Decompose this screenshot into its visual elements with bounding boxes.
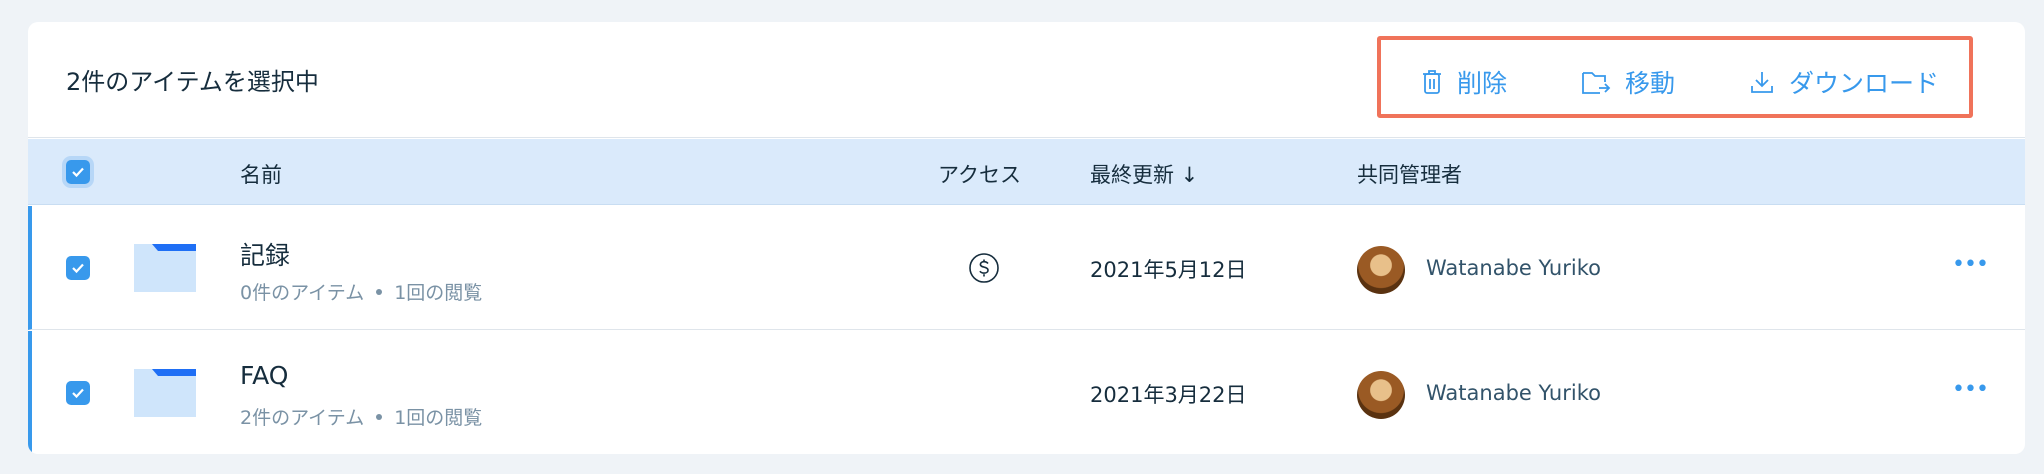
table-row[interactable]: FAQ 2件のアイテム 1回の閲覧 2021年3月22日 Watanabe Yu… <box>28 331 2025 454</box>
bulk-actions-toolbar: 2件のアイテムを選択中 削除 移動 ダウンロード <box>28 22 2025 138</box>
bulk-actions-highlight: 削除 移動 ダウンロード <box>1377 36 1973 118</box>
more-actions-button[interactable]: ••• <box>1952 377 1989 402</box>
coadmin-name: Watanabe Yuriko <box>1426 256 1601 280</box>
item-views: 1回の閲覧 <box>394 282 483 304</box>
avatar <box>1357 371 1405 419</box>
item-count: 0件のアイテム <box>240 282 365 304</box>
item-views: 1回の閲覧 <box>394 407 483 429</box>
download-label: ダウンロード <box>1789 69 1940 98</box>
row-checkbox[interactable] <box>66 381 90 405</box>
download-icon <box>1751 72 1773 93</box>
more-actions-button[interactable]: ••• <box>1952 252 1989 277</box>
column-header-access[interactable]: アクセス <box>938 159 1021 189</box>
folder-move-icon <box>1582 72 1611 94</box>
file-manager-card: 2件のアイテムを選択中 削除 移動 ダウンロード 名前 アクセス 最終更新 ↓ … <box>28 22 2025 454</box>
folder-icon <box>134 244 196 292</box>
selected-count-label: 2件のアイテムを選択中 <box>66 68 319 96</box>
table-header: 名前 アクセス 最終更新 ↓ 共同管理者 <box>28 139 2025 205</box>
item-meta: 2件のアイテム 1回の閲覧 <box>240 403 482 430</box>
checkmark-icon <box>72 167 84 178</box>
delete-label: 削除 <box>1457 69 1508 98</box>
checkmark-icon <box>72 263 84 274</box>
trash-icon <box>1423 70 1441 94</box>
row-checkbox[interactable] <box>66 256 90 280</box>
delete-button[interactable]: 削除 <box>1421 64 1507 100</box>
table-row[interactable]: 記録 0件のアイテム 1回の閲覧 2021年5月12日 Watanabe Yur… <box>28 206 2025 330</box>
item-count: 2件のアイテム <box>240 407 365 429</box>
column-header-coadmin[interactable]: 共同管理者 <box>1357 159 1462 189</box>
move-label: 移動 <box>1625 69 1676 98</box>
separator-dot <box>376 288 383 295</box>
dollar-circle-icon <box>969 253 999 283</box>
separator-dot <box>376 413 383 420</box>
item-modified-date: 2021年5月12日 <box>1090 258 1247 282</box>
item-meta: 0件のアイテム 1回の閲覧 <box>240 278 482 305</box>
select-all-checkbox[interactable] <box>66 160 90 184</box>
item-modified-date: 2021年3月22日 <box>1090 383 1247 407</box>
checkmark-icon <box>72 388 84 399</box>
column-header-name[interactable]: 名前 <box>240 159 282 189</box>
move-button[interactable]: 移動 <box>1581 64 1675 100</box>
item-name[interactable]: FAQ <box>240 361 288 390</box>
coadmin-name: Watanabe Yuriko <box>1426 381 1601 405</box>
column-header-modified[interactable]: 最終更新 ↓ <box>1090 159 1198 189</box>
folder-icon <box>134 369 196 417</box>
item-name[interactable]: 記録 <box>240 236 290 272</box>
avatar <box>1357 246 1405 294</box>
download-button[interactable]: ダウンロード <box>1749 64 1939 100</box>
